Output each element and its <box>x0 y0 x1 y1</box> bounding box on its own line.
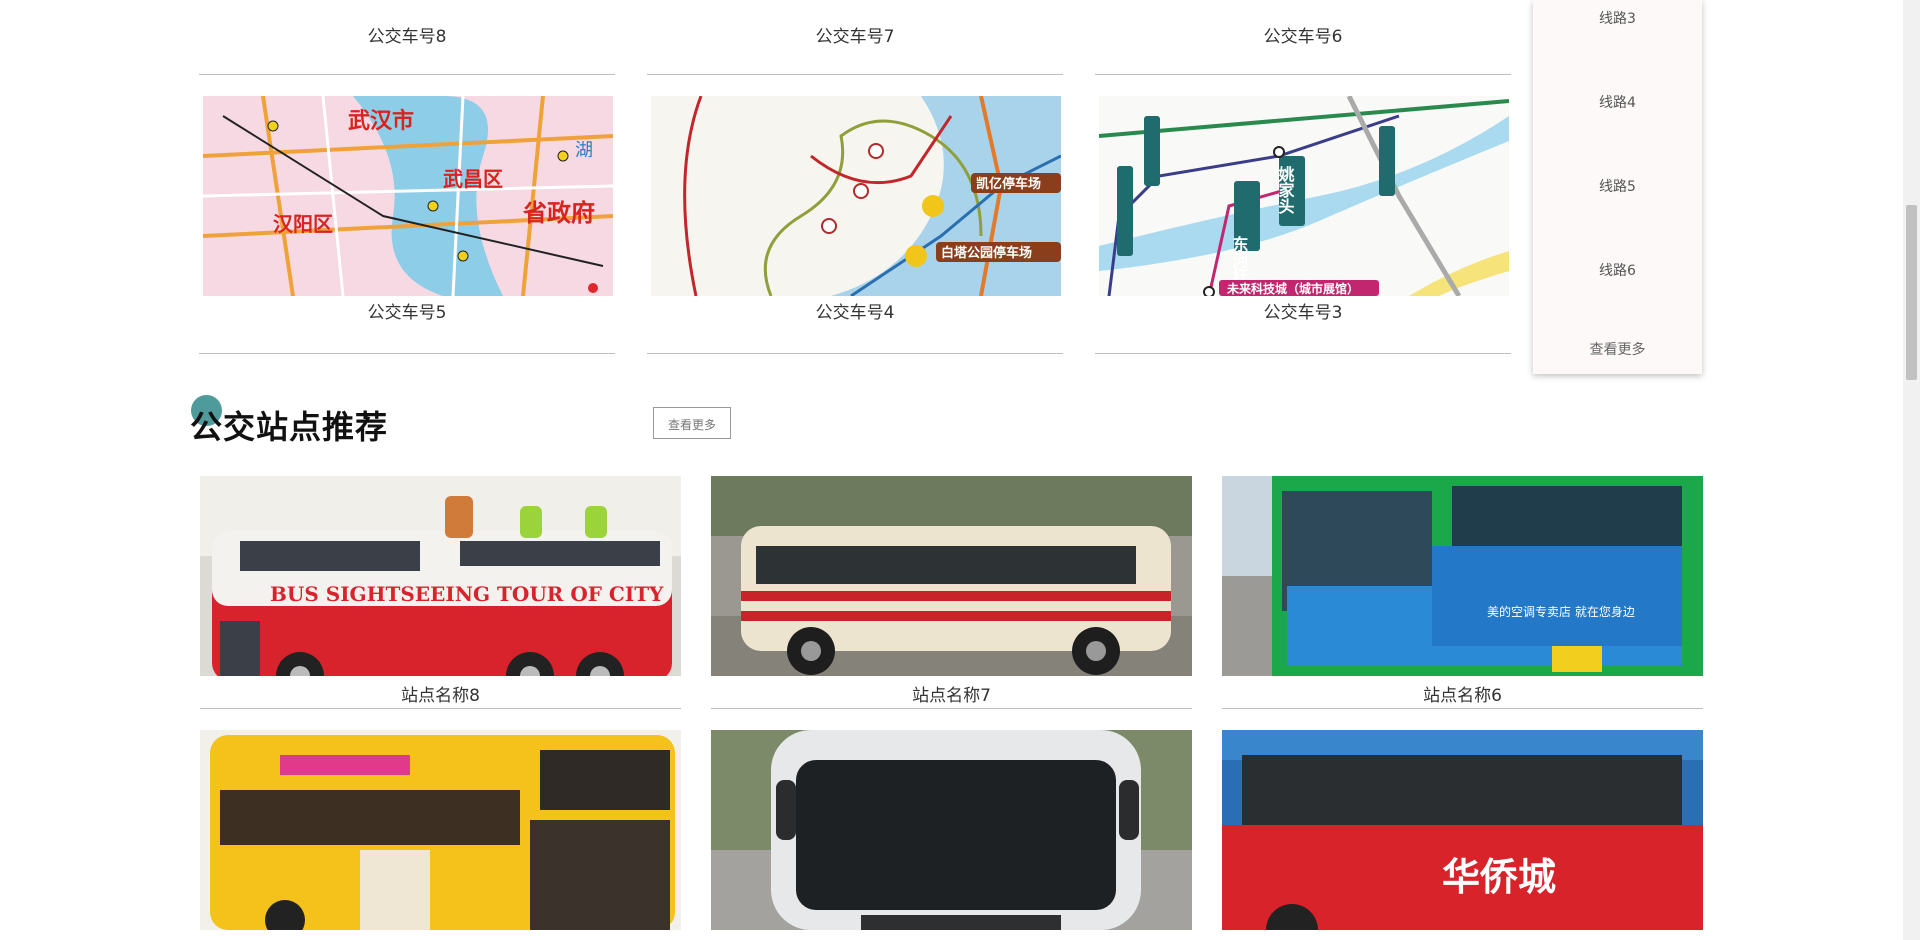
map-label: 省政府 <box>522 199 595 227</box>
route-caption: 公交车号6 <box>1263 27 1343 47</box>
sidebar-item-route[interactable]: 线路5 <box>1533 176 1702 196</box>
divider <box>1095 353 1511 354</box>
divider <box>1095 74 1511 75</box>
station-image[interactable] <box>711 476 1192 676</box>
scrollbar-track[interactable] <box>1903 0 1920 940</box>
map-label: 凯亿停车场 <box>976 176 1041 192</box>
divider <box>647 74 1063 75</box>
divider <box>200 708 681 709</box>
bus-text: 美的空调专卖店 就在您身边 <box>1487 604 1635 619</box>
station-image[interactable]: 华侨城 <box>1222 730 1703 930</box>
station-caption: 站点名称6 <box>1423 686 1502 706</box>
map-label: 湖 <box>575 140 593 161</box>
route-sidebar: 线路3 线路4 线路5 线路6 查看更多 <box>1533 0 1702 374</box>
map-label: 白塔公园停车场 <box>941 245 1032 261</box>
station-caption: 站点名称7 <box>912 686 991 706</box>
divider <box>647 353 1063 354</box>
map-label: 武昌区 <box>443 167 503 191</box>
map-label: 未来科技城（城市展馆） <box>1226 281 1359 296</box>
station-caption: 站点名称8 <box>401 686 480 706</box>
route-caption: 公交车号8 <box>367 27 447 47</box>
route-map-image[interactable]: 东河圩 姚家头 未来科技城（城市展馆） <box>1099 96 1509 296</box>
sidebar-item-route[interactable]: 线路3 <box>1533 8 1702 28</box>
map-label: 东河圩 <box>1230 235 1249 285</box>
route-caption: 公交车号4 <box>815 303 895 323</box>
scrollbar-thumb[interactable] <box>1906 205 1917 380</box>
station-image[interactable] <box>200 730 681 930</box>
sidebar-more-link[interactable]: 查看更多 <box>1533 339 1702 359</box>
route-map-image[interactable]: 武汉市 武昌区 汉阳区 省政府 湖 <box>203 96 613 296</box>
route-caption: 公交车号5 <box>367 303 447 323</box>
bus-text: 华侨城 <box>1442 854 1556 899</box>
sidebar-item-route[interactable]: 线路4 <box>1533 92 1702 112</box>
map-label: 汉阳区 <box>273 212 333 236</box>
divider <box>199 353 615 354</box>
sidebar-item-route[interactable]: 线路6 <box>1533 260 1702 280</box>
route-map-image[interactable]: 凯亿停车场 白塔公园停车场 <box>651 96 1061 296</box>
map-label: 武汉市 <box>348 108 414 134</box>
station-image[interactable] <box>711 730 1192 930</box>
divider <box>199 74 615 75</box>
map-label: 姚家头 <box>1276 165 1296 215</box>
divider <box>711 708 1192 709</box>
view-more-button[interactable]: 查看更多 <box>653 407 731 439</box>
divider <box>1222 708 1703 709</box>
bus-text: BUS SIGHTSEEING TOUR OF CITY <box>270 582 664 606</box>
station-image[interactable]: 美的空调专卖店 就在您身边 <box>1222 476 1703 676</box>
section-title: 公交站点推荐 <box>190 408 389 446</box>
station-image[interactable]: BUS SIGHTSEEING TOUR OF CITY <box>200 476 681 676</box>
route-caption: 公交车号3 <box>1263 303 1343 323</box>
route-caption: 公交车号7 <box>815 27 895 47</box>
